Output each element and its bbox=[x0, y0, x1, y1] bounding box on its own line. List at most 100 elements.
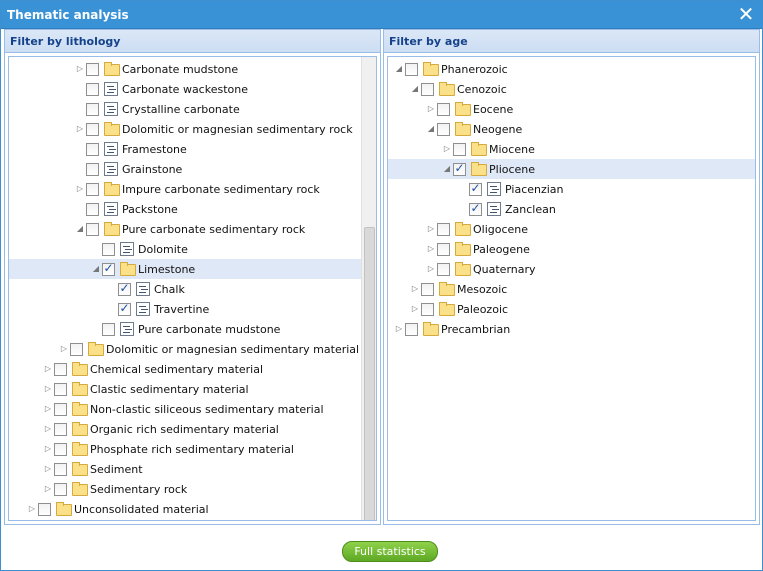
tree-node-checkbox[interactable] bbox=[421, 83, 434, 96]
tree-node-checkbox[interactable] bbox=[86, 83, 99, 96]
tree-node-checkbox[interactable] bbox=[421, 283, 434, 296]
tree-node-checkbox[interactable] bbox=[86, 123, 99, 136]
tree-node-checkbox[interactable]: ✓ bbox=[453, 161, 466, 176]
tree-node-checkbox[interactable]: ✓ bbox=[118, 281, 131, 296]
tree-node-label[interactable]: Framestone bbox=[122, 143, 187, 156]
expand-arrow-icon[interactable]: ▷ bbox=[44, 444, 52, 454]
tree-node-label[interactable]: Clastic sedimentary material bbox=[90, 383, 249, 396]
tree-node-label[interactable]: Carbonate wackestone bbox=[122, 83, 248, 96]
tree-node-label[interactable]: Sediment bbox=[90, 463, 143, 476]
expand-arrow-icon[interactable]: ▷ bbox=[76, 184, 84, 194]
tree-node[interactable]: ▷ Dolomitic or magnesian sedimentary rock bbox=[9, 119, 376, 139]
tree-node[interactable]: Framestone bbox=[9, 139, 376, 159]
lithology-scroll-thumb[interactable] bbox=[364, 227, 375, 520]
tree-node[interactable]: ▷ Mesozoic bbox=[388, 279, 755, 299]
tree-node[interactable]: ▷ Paleogene bbox=[388, 239, 755, 259]
tree-node[interactable]: Grainstone bbox=[9, 159, 376, 179]
tree-node[interactable]: ▷ Eocene bbox=[388, 99, 755, 119]
expand-arrow-icon[interactable]: ▷ bbox=[44, 464, 52, 474]
collapse-arrow-icon[interactable]: ◢ bbox=[92, 264, 100, 274]
tree-node[interactable]: Crystalline carbonate bbox=[9, 99, 376, 119]
tree-node-label[interactable]: Pliocene bbox=[489, 163, 535, 176]
tree-node-checkbox[interactable] bbox=[54, 423, 67, 436]
tree-node-label[interactable]: Miocene bbox=[489, 143, 535, 156]
tree-node-checkbox[interactable]: ✓ bbox=[469, 201, 482, 216]
expand-arrow-icon[interactable]: ▷ bbox=[76, 124, 84, 134]
collapse-arrow-icon[interactable]: ◢ bbox=[427, 124, 435, 134]
tree-node-label[interactable]: Cenozoic bbox=[457, 83, 507, 96]
tree-node[interactable]: ◢ Phanerozoic bbox=[388, 59, 755, 79]
expand-arrow-icon[interactable]: ▷ bbox=[427, 244, 435, 254]
tree-node-label[interactable]: Dolomite bbox=[138, 243, 188, 256]
tree-node-label[interactable]: Piacenzian bbox=[505, 183, 564, 196]
expand-arrow-icon[interactable]: ▷ bbox=[76, 64, 84, 74]
tree-node[interactable]: ◢ ✓ Pliocene bbox=[388, 159, 755, 179]
tree-node-checkbox[interactable] bbox=[54, 463, 67, 476]
tree-node-checkbox[interactable] bbox=[86, 183, 99, 196]
tree-node[interactable]: ▷ Sediment bbox=[9, 459, 376, 479]
tree-node-checkbox[interactable] bbox=[405, 63, 418, 76]
tree-node-label[interactable]: Limestone bbox=[138, 263, 195, 276]
tree-node[interactable]: ▷ Chemical sedimentary material bbox=[9, 359, 376, 379]
tree-node[interactable]: ▷ Carbonate mudstone bbox=[9, 59, 376, 79]
tree-node[interactable]: ◢ Pure carbonate sedimentary rock bbox=[9, 219, 376, 239]
tree-node[interactable]: Dolomite bbox=[9, 239, 376, 259]
tree-node-checkbox[interactable] bbox=[421, 303, 434, 316]
tree-node-label[interactable]: Paleogene bbox=[473, 243, 530, 256]
expand-arrow-icon[interactable]: ▷ bbox=[44, 364, 52, 374]
tree-node[interactable]: ▷ Oligocene bbox=[388, 219, 755, 239]
tree-node-label[interactable]: Crystalline carbonate bbox=[122, 103, 240, 116]
tree-node-checkbox[interactable] bbox=[437, 103, 450, 116]
expand-arrow-icon[interactable]: ▷ bbox=[44, 484, 52, 494]
tree-node-label[interactable]: Organic rich sedimentary material bbox=[90, 423, 279, 436]
tree-node-checkbox[interactable] bbox=[54, 363, 67, 376]
tree-node[interactable]: ▷ Unconsolidated material bbox=[9, 499, 376, 519]
tree-node-label[interactable]: Grainstone bbox=[122, 163, 182, 176]
tree-node-label[interactable]: Quaternary bbox=[473, 263, 536, 276]
expand-arrow-icon[interactable]: ▷ bbox=[395, 324, 403, 334]
tree-node[interactable]: ▷ Miocene bbox=[388, 139, 755, 159]
tree-node-checkbox[interactable] bbox=[102, 243, 115, 256]
tree-node[interactable]: ✓ Chalk bbox=[9, 279, 376, 299]
tree-node-label[interactable]: Unconsolidated material bbox=[74, 503, 209, 516]
tree-node-label[interactable]: Pure carbonate mudstone bbox=[138, 323, 280, 336]
tree-node-checkbox[interactable] bbox=[437, 223, 450, 236]
tree-node-checkbox[interactable] bbox=[54, 483, 67, 496]
tree-node-checkbox[interactable] bbox=[70, 343, 83, 356]
expand-arrow-icon[interactable]: ▷ bbox=[427, 224, 435, 234]
tree-node-checkbox[interactable] bbox=[437, 243, 450, 256]
expand-arrow-icon[interactable]: ▷ bbox=[60, 344, 68, 354]
tree-node-label[interactable]: Precambrian bbox=[441, 323, 510, 336]
tree-node-label[interactable]: Packstone bbox=[122, 203, 178, 216]
tree-node-label[interactable]: Zanclean bbox=[505, 203, 556, 216]
tree-node-checkbox[interactable] bbox=[405, 323, 418, 336]
close-icon[interactable]: ✕ bbox=[736, 4, 756, 24]
tree-node-label[interactable]: Non-clastic siliceous sedimentary materi… bbox=[90, 403, 324, 416]
tree-node-label[interactable]: Dolomitic or magnesian sedimentary mater… bbox=[106, 343, 359, 356]
tree-node-label[interactable]: Dolomitic or magnesian sedimentary rock bbox=[122, 123, 353, 136]
tree-node[interactable]: ▷ Organic rich sedimentary material bbox=[9, 419, 376, 439]
lithology-scrollbar[interactable] bbox=[361, 57, 376, 520]
collapse-arrow-icon[interactable]: ◢ bbox=[395, 64, 403, 74]
tree-node[interactable]: ▷ Paleozoic bbox=[388, 299, 755, 319]
expand-arrow-icon[interactable]: ▷ bbox=[28, 504, 36, 514]
dialog-titlebar[interactable]: Thematic analysis ✕ bbox=[1, 1, 762, 29]
tree-node[interactable]: ▷ Clastic sedimentary material bbox=[9, 379, 376, 399]
expand-arrow-icon[interactable]: ▷ bbox=[443, 144, 451, 154]
tree-node-label[interactable]: Impure carbonate sedimentary rock bbox=[122, 183, 320, 196]
tree-node-label[interactable]: Phosphate rich sedimentary material bbox=[90, 443, 294, 456]
expand-arrow-icon[interactable]: ▷ bbox=[427, 264, 435, 274]
expand-arrow-icon[interactable]: ▷ bbox=[427, 104, 435, 114]
tree-node-label[interactable]: Sedimentary rock bbox=[90, 483, 187, 496]
tree-node[interactable]: ✓ Travertine bbox=[9, 299, 376, 319]
tree-node-label[interactable]: Mesozoic bbox=[457, 283, 507, 296]
tree-node[interactable]: ◢ ✓ Limestone bbox=[9, 259, 376, 279]
tree-node[interactable]: Packstone bbox=[9, 199, 376, 219]
expand-arrow-icon[interactable]: ▷ bbox=[44, 424, 52, 434]
tree-node[interactable]: ▷ Quaternary bbox=[388, 259, 755, 279]
tree-node-label[interactable]: Carbonate mudstone bbox=[122, 63, 238, 76]
tree-node-checkbox[interactable] bbox=[86, 163, 99, 176]
tree-node[interactable]: ▷ Non-clastic siliceous sedimentary mater… bbox=[9, 399, 376, 419]
tree-node[interactable]: ◢ Cenozoic bbox=[388, 79, 755, 99]
tree-node-checkbox[interactable] bbox=[437, 123, 450, 136]
